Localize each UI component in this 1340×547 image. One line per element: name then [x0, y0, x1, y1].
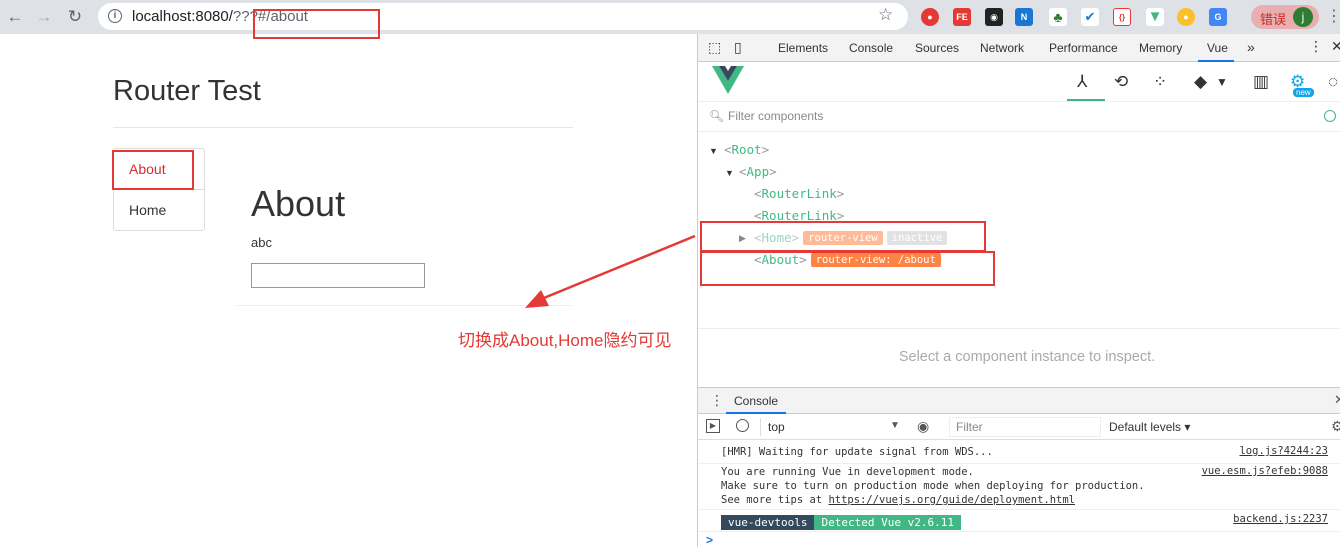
- more-vertical-icon[interactable]: ⋮: [1326, 6, 1340, 26]
- console-log-row: You are running Vue in development mode.…: [698, 464, 1340, 510]
- log-source-link[interactable]: log.js?4244:23: [1239, 445, 1328, 457]
- tab-elements[interactable]: Elements: [778, 41, 828, 55]
- vuex-icon[interactable]: ⁘: [1153, 72, 1167, 92]
- extension-translate-icon[interactable]: G: [1209, 8, 1227, 26]
- context-select[interactable]: top: [768, 420, 785, 434]
- eye-icon[interactable]: ◉: [917, 418, 929, 435]
- extension-fe-icon[interactable]: FE: [953, 8, 971, 26]
- extension-evernote-icon[interactable]: ♣: [1049, 8, 1067, 26]
- info-icon[interactable]: i: [108, 9, 122, 23]
- address-bar[interactable]: i localhost:8080/???#/about ☆: [98, 3, 908, 30]
- search-icon: 🔍︎: [709, 109, 725, 123]
- deployment-link[interactable]: https://vuejs.org/guide/deployment.html: [828, 494, 1075, 506]
- filter-components-input[interactable]: Filter components: [728, 109, 823, 123]
- devtools-badge: vue-devtools: [721, 515, 815, 530]
- annotation-box-home-node: [700, 221, 986, 252]
- devtools-panel: ⬚ ▯ Elements Console Sources Network Per…: [697, 34, 1340, 547]
- annotation-box-url: [253, 9, 380, 39]
- console-settings-icon[interactable]: ⚙: [1331, 418, 1340, 435]
- log-message: vue-devtools Detected Vue v2.6.11: [721, 513, 961, 531]
- drawer-menu-icon[interactable]: ⋮: [710, 392, 724, 409]
- inspect-element-icon[interactable]: ⬚: [708, 39, 721, 56]
- tab-performance[interactable]: Performance: [1049, 41, 1118, 55]
- error-label: 错误: [1260, 12, 1287, 27]
- reload-icon[interactable]: ↻: [64, 6, 86, 28]
- console-drawer-bar: ⋮ Console ✕: [698, 387, 1340, 414]
- target-icon[interactable]: [1324, 110, 1336, 122]
- component-filter: 🔍︎ Filter components: [698, 102, 1340, 132]
- router-icon[interactable]: ◆: [1194, 72, 1207, 92]
- vue-logo-icon: [712, 66, 744, 94]
- about-text: abc: [251, 235, 272, 250]
- tab-console[interactable]: Console: [849, 41, 893, 55]
- avatar: j: [1293, 7, 1313, 27]
- annotation-note: 切换成About,Home隐约可见: [458, 331, 672, 350]
- inspect-hint: Select a component instance to inspect.: [898, 349, 1156, 365]
- back-icon[interactable]: ←: [4, 6, 26, 28]
- page-title: Router Test: [113, 75, 261, 107]
- browser-toolbar: ← → ↻ i localhost:8080/???#/about ☆ ● FE…: [0, 0, 1340, 34]
- tree-node-routerlink[interactable]: <RouterLink>: [754, 186, 844, 201]
- version-badge: Detected Vue v2.6.11: [814, 515, 961, 530]
- performance-icon[interactable]: ▥: [1253, 72, 1269, 92]
- extension-pocket-icon[interactable]: ✔: [1081, 8, 1099, 26]
- device-toolbar-icon[interactable]: ▯: [734, 39, 742, 56]
- annotation-arrow-icon: [525, 234, 696, 308]
- tree-node-root[interactable]: <Root>: [724, 142, 769, 157]
- expand-arrow-icon[interactable]: ▼: [709, 146, 718, 156]
- annotation-box-about-node: [700, 251, 995, 286]
- close-drawer-icon[interactable]: ✕: [1334, 392, 1340, 408]
- console-toolbar: ▶ top ▼ ◉ Filter Default levels ▾ ⚙: [698, 414, 1340, 440]
- log-message: You are running Vue in development mode.…: [721, 466, 1145, 506]
- drawer-tab-console[interactable]: Console: [734, 394, 778, 408]
- history-icon[interactable]: ⟲: [1114, 72, 1128, 92]
- tab-sources[interactable]: Sources: [915, 41, 959, 55]
- log-message: [HMR] Waiting for update signal from WDS…: [721, 446, 993, 458]
- refresh-icon[interactable]: ◌: [1328, 72, 1338, 92]
- tree-node-app[interactable]: <App>: [739, 164, 777, 179]
- chevron-down-icon[interactable]: ▼: [890, 420, 900, 431]
- new-badge: new: [1293, 88, 1314, 97]
- clear-console-icon[interactable]: [736, 419, 749, 432]
- console-filter-input[interactable]: Filter: [949, 417, 1101, 437]
- devtools-menu-icon[interactable]: ⋮: [1309, 38, 1323, 55]
- inspector-pane: Select a component instance to inspect.: [698, 328, 1340, 388]
- vue-devtools-toolbar: ⅄ ⟲ ⁘ ◆ ▼ ▥ ⚙ new ◌: [698, 62, 1340, 102]
- active-vue-tab-indicator: [1067, 99, 1105, 101]
- chevron-down-icon[interactable]: ▼: [1216, 75, 1228, 89]
- toolbar-divider: [760, 418, 761, 436]
- annotation-box-about-link: [112, 150, 194, 190]
- bookmark-star-icon[interactable]: ☆: [878, 5, 893, 25]
- console-log-row: vue-devtools Detected Vue v2.6.11 backend…: [698, 510, 1340, 532]
- extension-vue-icon[interactable]: ▼: [1146, 8, 1164, 26]
- extension-new-icon[interactable]: N: [1015, 8, 1033, 26]
- tab-network[interactable]: Network: [980, 41, 1024, 55]
- profile-error-button[interactable]: 错误 j: [1251, 5, 1319, 29]
- title-divider: [113, 127, 573, 128]
- tab-memory[interactable]: Memory: [1139, 41, 1182, 55]
- nav-link-home[interactable]: Home: [114, 190, 204, 231]
- devtools-tabbar: ⬚ ▯ Elements Console Sources Network Per…: [698, 34, 1340, 62]
- expand-arrow-icon[interactable]: ▼: [725, 168, 734, 178]
- tab-vue[interactable]: Vue: [1207, 41, 1228, 55]
- console-log-row: [HMR] Waiting for update signal from WDS…: [698, 440, 1340, 464]
- about-input[interactable]: [251, 263, 425, 288]
- extension-chrome-icon[interactable]: ●: [1177, 8, 1195, 26]
- log-source-link[interactable]: vue.esm.js?efeb:9088: [1202, 465, 1328, 477]
- extension-json-icon[interactable]: {}: [1113, 8, 1131, 26]
- extension-owl-icon[interactable]: ◉: [985, 8, 1003, 26]
- about-heading: About: [251, 183, 346, 224]
- components-tab-icon[interactable]: ⅄: [1077, 72, 1087, 92]
- extension-adblock-icon[interactable]: ●: [921, 8, 939, 26]
- log-levels-select[interactable]: Default levels ▾: [1109, 420, 1190, 434]
- sidebar-toggle-icon[interactable]: ▶: [706, 419, 720, 433]
- log-source-link[interactable]: backend.js:2237: [1233, 513, 1328, 525]
- more-tabs-icon[interactable]: »: [1247, 39, 1255, 55]
- forward-icon[interactable]: →: [33, 6, 55, 28]
- console-prompt[interactable]: >: [706, 533, 713, 547]
- close-icon[interactable]: ✕: [1331, 38, 1340, 55]
